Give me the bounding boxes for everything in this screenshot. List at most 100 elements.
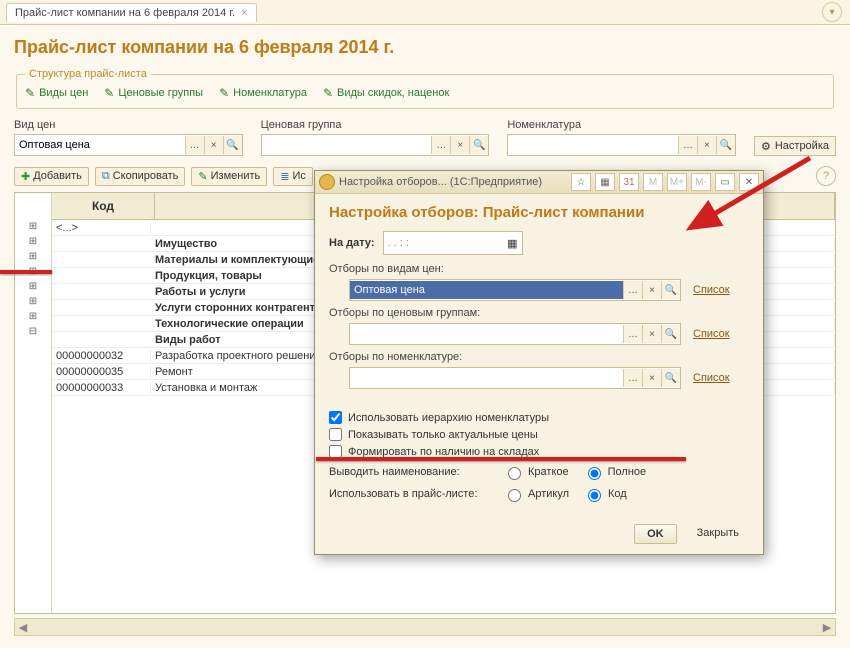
edit-button[interactable]: ✎Изменить [191,167,267,186]
tab-title: Прайс-лист компании на 6 февраля 2014 г. [15,7,235,19]
price-type-combo[interactable]: … × 🔍 [14,134,243,156]
settings-button[interactable]: ⚙ Настройка [754,136,836,156]
nomenclature-input[interactable] [508,136,678,154]
ellipsis-icon[interactable]: … [678,136,697,154]
tree-toggle-icon[interactable]: ⊞ [15,296,51,311]
filter-settings-dialog: Настройка отборов... (1С:Предприятие) ☆ … [314,170,764,555]
link-nomenclature[interactable]: ✎Номенклатура [219,86,307,100]
price-group-label: Ценовая группа [261,119,490,131]
scroll-left-icon[interactable]: ◀ [15,621,31,634]
filter-nomenclature-combo[interactable]: … × 🔍 [349,367,681,389]
tree-toggle-icon[interactable]: ⊞ [15,251,51,266]
tab-active[interactable]: Прайс-лист компании на 6 февраля 2014 г.… [6,3,257,22]
search-icon[interactable]: 🔍 [469,136,488,154]
mem-mplus[interactable]: M+ [667,173,687,191]
clear-icon[interactable]: × [642,325,661,343]
chk-hierarchy[interactable] [329,411,342,424]
search-icon[interactable]: 🔍 [661,325,680,343]
radio-full[interactable] [588,467,601,480]
list-link[interactable]: Список [693,328,749,340]
add-button[interactable]: ✚Добавить [14,167,89,186]
ellipsis-icon[interactable]: … [431,136,450,154]
close-button[interactable]: Закрыть [685,524,751,544]
copy-button[interactable]: ⧉Скопировать [95,167,186,186]
clear-icon[interactable]: × [642,369,661,387]
copy-icon: ⧉ [102,170,110,183]
col-header-code[interactable]: Код [52,193,155,219]
mem-mminus[interactable]: M- [691,173,711,191]
pencil-icon: ✎ [323,86,333,100]
ok-button[interactable]: OK [634,524,677,544]
radio-article[interactable] [508,489,521,502]
price-group-input[interactable] [262,136,432,154]
date-label: На дату: [329,237,375,249]
doc-icon: ≣ [280,170,289,183]
filter-price-group-input[interactable] [350,325,623,343]
filter-nomenclature-input[interactable] [350,369,623,387]
structure-legend: Структура прайс-листа [25,68,151,80]
radio-short[interactable] [508,467,521,480]
ellipsis-icon[interactable]: … [623,325,642,343]
price-type-label: Вид цен [14,119,243,131]
history-button[interactable]: ≣Ис [273,167,313,186]
clear-icon[interactable]: × [697,136,716,154]
cell-code: 00000000035 [52,366,151,378]
search-icon[interactable]: 🔍 [661,369,680,387]
search-icon[interactable]: 🔍 [223,136,242,154]
structure-fieldset: Структура прайс-листа ✎Виды цен ✎Ценовые… [16,68,834,109]
chk-stock[interactable] [329,445,342,458]
tree-toggle-icon[interactable]: ⊞ [15,311,51,326]
filter-price-type-input[interactable] [350,281,623,299]
chk-actual[interactable] [329,428,342,441]
dialog-title: Настройка отборов... (1С:Предприятие) [339,176,542,188]
close-icon[interactable]: ✕ [739,173,759,191]
tree-toggle-icon[interactable]: ⊞ [15,266,51,281]
minimize-icon[interactable]: ▭ [715,173,735,191]
list-link[interactable]: Список [693,284,749,296]
radio-use-label: Использовать в прайс-листе: [329,488,489,500]
section-price-groups: Отборы по ценовым группам: [329,307,749,319]
date-input[interactable]: . . : : ▦ [383,231,523,255]
gear-icon: ⚙ [761,140,771,153]
search-icon[interactable]: 🔍 [716,136,735,154]
scroll-right-icon[interactable]: ▶ [819,621,835,634]
help-icon[interactable]: ? [816,166,836,186]
price-type-input[interactable] [15,136,185,154]
link-discounts[interactable]: ✎Виды скидок, наценок [323,86,449,100]
mem-m[interactable]: M [643,173,663,191]
radio-code[interactable] [588,489,601,502]
tree-toggle-icon [15,356,51,371]
filter-price-type-combo[interactable]: … × 🔍 [349,279,681,301]
plus-icon: ✚ [21,170,30,183]
tree-toggle-icon[interactable]: ⊞ [15,221,51,236]
calendar-icon[interactable]: 31 [619,173,639,191]
cell-code: 00000000033 [52,382,151,394]
tree-toggle-icon[interactable]: ⊟ [15,326,51,341]
horizontal-scrollbar[interactable]: ◀ ▶ [14,618,836,636]
price-group-combo[interactable]: … × 🔍 [261,134,490,156]
nomenclature-combo[interactable]: … × 🔍 [507,134,736,156]
filter-price-group-combo[interactable]: … × 🔍 [349,323,681,345]
section-price-types: Отборы по видам цен: [329,263,749,275]
link-price-groups[interactable]: ✎Ценовые группы [104,86,203,100]
calendar-icon[interactable]: ▦ [507,237,517,250]
search-icon[interactable]: 🔍 [661,281,680,299]
favorite-icon[interactable]: ☆ [571,173,591,191]
tree-toggle-icon [15,371,51,386]
dropdown-menu-icon[interactable]: ▾ [822,2,842,22]
tree-toggle-icon[interactable]: ⊞ [15,281,51,296]
radio-name-label: Выводить наименование: [329,466,489,478]
ellipsis-icon[interactable]: … [185,136,204,154]
calc-icon[interactable]: ▦ [595,173,615,191]
tree-toggle-icon[interactable]: ⊞ [15,236,51,251]
link-price-types[interactable]: ✎Виды цен [25,86,88,100]
close-icon[interactable]: × [241,7,247,19]
cell-code: <...> [52,222,151,234]
clear-icon[interactable]: × [642,281,661,299]
clear-icon[interactable]: × [450,136,469,154]
app-logo-icon [319,174,335,190]
ellipsis-icon[interactable]: … [623,281,642,299]
clear-icon[interactable]: × [204,136,223,154]
list-link[interactable]: Список [693,372,749,384]
ellipsis-icon[interactable]: … [623,369,642,387]
